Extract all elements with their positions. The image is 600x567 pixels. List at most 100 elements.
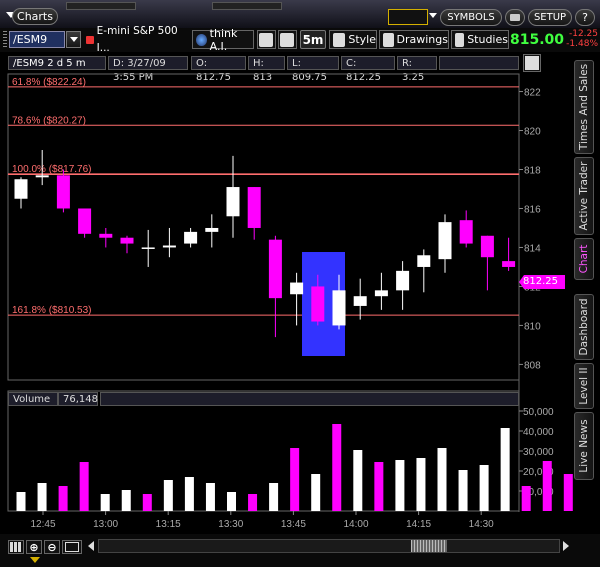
volume-bar [458,470,468,511]
tab-dashboard[interactable]: Dashboard [574,294,594,360]
price-tick-label: 820 [524,127,541,138]
candle-body [480,235,494,258]
volume-tick-label: 30,000 [523,447,554,458]
volume-bar [290,448,300,511]
candle-body [311,286,325,322]
volume-header-value: 76,148 [58,392,98,406]
tab-level-ii[interactable]: Level II [574,363,594,409]
time-tick-label: 13:30 [218,519,243,530]
volume-bar [500,428,510,511]
candle-body [332,290,346,326]
volume-bar [416,458,426,511]
volume-bar [184,477,194,511]
volume-tick-label: 50,000 [523,407,554,418]
time-tick-label: 12:45 [30,519,55,530]
candle-body [120,237,134,244]
fit-icon [65,542,79,552]
tab-times-and-sales[interactable]: Times And Sales [574,60,594,154]
tab-live-news[interactable]: Live News [574,412,594,480]
volume-bar [521,486,531,511]
price-tick-label: 808 [524,360,541,371]
candle-body [162,245,176,248]
candle-body [353,296,367,306]
time-tick-label: 13:15 [156,519,181,530]
volume-bar [542,461,552,511]
candle-body [438,222,452,260]
tab-active-trader[interactable]: Active Trader [574,157,594,235]
candle-body [14,179,28,199]
time-axis: 12:45 13:00 13:15 13:30 13:45 14:00 14:15 14:30 [30,511,494,530]
volume-bar [437,448,447,511]
volume-bar [332,424,342,511]
volume-bar [374,462,384,511]
candle-body [35,175,49,178]
zoom-in-button[interactable]: ⊕ [26,540,42,554]
volume-series [16,424,573,511]
candle-body [268,239,282,299]
volume-bar [58,486,68,511]
price-tick-label: 816 [524,204,541,215]
scroll-left-button[interactable] [88,541,94,551]
volume-bar [163,480,173,511]
volume-bar [37,483,47,511]
grid-button[interactable] [8,540,24,554]
volume-tick-label: 40,000 [523,427,554,438]
volume-header-blank [100,392,519,406]
tab-label: Dashboard [578,298,590,356]
time-tick-label: 14:30 [469,519,494,530]
time-tick-label: 14:00 [343,519,368,530]
price-tick-label: 814 [524,243,541,254]
volume-bar [248,494,258,511]
candle-body [459,220,473,244]
zoom-in-icon: ⊕ [29,540,39,554]
current-price-label: 812.25 [523,276,558,287]
fib-label: 100.0% ($817.76) [12,164,92,175]
volume-bar [269,483,279,511]
volume-bar [563,474,573,511]
volume-bar [205,483,215,511]
price-tick-label: 810 [524,321,541,332]
candle-body [184,231,198,244]
candle-body [290,282,304,295]
tab-label: Live News [578,419,590,473]
resize-handle-icon[interactable] [30,557,40,563]
volume-bar [311,474,321,511]
volume-bar [79,462,89,511]
scroll-right-button[interactable] [563,541,569,551]
fib-label: 161.8% ($810.53) [12,305,92,316]
zoom-out-button[interactable]: ⊖ [44,540,60,554]
volume-bar [142,494,152,511]
fib-label: 78.6% ($820.27) [12,115,86,126]
price-volume-chart[interactable]: 61.8% ($822.24) 78.6% ($820.27) 100.0% ($8… [0,0,600,567]
grid-icon [10,542,22,552]
time-tick-label: 13:45 [281,519,306,530]
volume-bar [395,460,405,511]
volume-bar [227,492,236,511]
tab-label: Active Trader [578,161,590,231]
candle-body [396,270,410,291]
volume-bar [121,490,131,511]
fit-button[interactable] [62,540,82,554]
volume-bar [353,450,363,511]
candle-body [226,187,240,217]
candle-body [247,187,261,228]
fibonacci-lines: 61.8% ($822.24) 78.6% ($820.27) 100.0% ($8… [8,77,519,316]
zoom-out-icon: ⊖ [47,540,57,554]
candle-body [502,261,516,267]
candle-body [205,227,219,232]
scrollbar-thumb[interactable] [411,540,447,552]
candle-body [99,233,113,238]
price-tick-label: 822 [524,88,541,99]
volume-header-label: Volume [8,392,58,406]
tab-label: Chart [578,244,590,274]
volume-bar [16,492,26,511]
candle-body [417,255,431,267]
candle-body [374,290,388,297]
horizontal-scrollbar[interactable] [98,539,560,553]
tab-chart[interactable]: Chart [574,238,594,280]
time-tick-label: 14:15 [406,519,431,530]
candle-body [141,247,155,249]
candle-body [78,208,92,234]
tab-label: Times And Sales [578,63,590,151]
time-tick-label: 13:00 [93,519,118,530]
